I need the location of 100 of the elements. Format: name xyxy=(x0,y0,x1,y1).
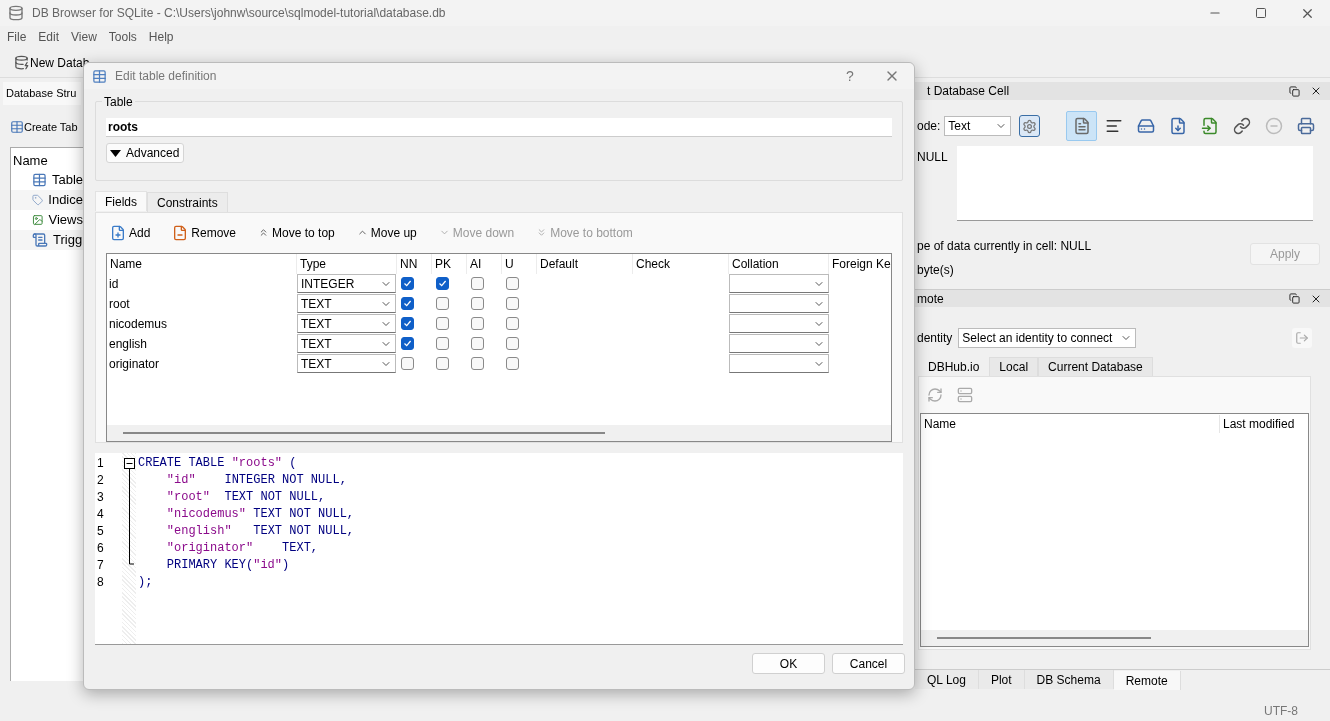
type-dropdown[interactable]: TEXT xyxy=(297,294,396,314)
code-line: PRIMARY KEY("id") xyxy=(165,558,290,572)
dock-title: mote xyxy=(917,290,944,308)
cell-type-text: pe of data currently in cell: NULL xyxy=(917,238,1092,255)
mode-dropdown[interactable]: Text xyxy=(944,116,1011,136)
type-dropdown[interactable]: TEXT xyxy=(297,354,396,374)
action-button[interactable]: Move up xyxy=(356,223,417,242)
dialog-button[interactable]: Cancel xyxy=(832,653,905,674)
column-header: Name xyxy=(12,152,49,170)
checkbox[interactable] xyxy=(436,337,449,351)
printer-icon xyxy=(1296,117,1315,135)
table-name-field[interactable]: roots xyxy=(106,118,892,137)
panel-tab[interactable]: Database Stru xyxy=(3,82,81,105)
tab[interactable]: DB Schema xyxy=(1024,670,1114,689)
tree-item[interactable]: Indice xyxy=(11,190,83,210)
cell-editor[interactable] xyxy=(957,146,1313,221)
checkbox[interactable] xyxy=(471,317,484,331)
tree-item[interactable]: Trigg xyxy=(11,230,83,250)
tab[interactable]: Current Database xyxy=(1038,357,1153,376)
collation-dropdown[interactable] xyxy=(729,294,829,314)
float-icon[interactable] xyxy=(1289,293,1300,304)
checkbox[interactable] xyxy=(436,317,449,331)
checkbox[interactable] xyxy=(401,277,414,291)
tab[interactable]: Plot xyxy=(978,670,1025,689)
action-button[interactable]: Add xyxy=(110,223,151,242)
checkbox[interactable] xyxy=(401,297,414,311)
code-line: CREATE TABLE "roots" ( xyxy=(138,456,297,470)
collation-dropdown[interactable] xyxy=(729,354,829,374)
checkbox[interactable] xyxy=(471,277,484,291)
identity-label: dentity xyxy=(917,330,953,347)
tab[interactable]: Fields xyxy=(95,191,147,211)
checkbox[interactable] xyxy=(506,337,519,351)
menu-item[interactable]: View xyxy=(65,28,103,46)
checkbox[interactable] xyxy=(436,297,449,311)
dialog-title: Edit table definition xyxy=(115,68,217,85)
lines-icon xyxy=(1104,117,1123,135)
create-table-button[interactable]: Create Tab xyxy=(10,118,82,135)
auto-switch-button[interactable] xyxy=(1018,115,1040,137)
file-add-icon xyxy=(110,224,126,241)
line-number: 4 xyxy=(97,506,105,523)
column-header: NN xyxy=(397,253,432,274)
checkbox[interactable] xyxy=(506,317,519,331)
table-cell-text: nicodemus xyxy=(108,315,169,333)
null-label: NULL xyxy=(917,149,949,166)
column-header: AI xyxy=(467,253,502,274)
scrollbar[interactable] xyxy=(937,637,1151,639)
table-icon xyxy=(92,68,107,84)
checkbox[interactable] xyxy=(506,297,519,311)
collation-dropdown[interactable] xyxy=(729,334,829,354)
type-dropdown[interactable]: TEXT xyxy=(297,314,396,334)
column-header: Last modified xyxy=(1222,416,1295,433)
document-icon xyxy=(1072,117,1091,135)
checkbox[interactable] xyxy=(506,277,519,291)
advanced-button[interactable]: Advanced xyxy=(106,143,184,163)
checkbox[interactable] xyxy=(471,337,484,351)
action-button[interactable]: Remove xyxy=(172,223,237,242)
type-dropdown[interactable]: INTEGER xyxy=(297,274,396,294)
checkbox[interactable] xyxy=(436,357,449,371)
dialog-button[interactable]: OK xyxy=(752,653,825,674)
checkbox[interactable] xyxy=(401,337,414,351)
column-header: Foreign Ke xyxy=(829,253,891,274)
collation-dropdown[interactable] xyxy=(729,274,829,294)
checkbox[interactable] xyxy=(471,357,484,371)
tab[interactable]: Local xyxy=(989,357,1039,376)
type-dropdown[interactable]: TEXT xyxy=(297,334,396,354)
help-button[interactable]: ? xyxy=(840,66,860,86)
table-cell-text: originator xyxy=(108,355,161,373)
code-line: ); xyxy=(138,575,153,589)
action-button[interactable]: Move to top xyxy=(258,223,335,242)
menu-item[interactable]: File xyxy=(1,28,33,46)
tab[interactable]: QL Log xyxy=(915,670,979,689)
menu-item[interactable]: Tools xyxy=(102,28,143,46)
collation-dropdown[interactable] xyxy=(729,314,829,334)
line-number: 3 xyxy=(97,489,105,506)
checkbox[interactable] xyxy=(436,277,449,291)
checkbox[interactable] xyxy=(401,357,414,371)
scrollbar[interactable] xyxy=(123,432,605,434)
tree-item[interactable]: Table xyxy=(11,170,83,190)
column-header: Type xyxy=(297,253,397,274)
menu-item[interactable]: Edit xyxy=(32,28,66,46)
code-line: "originator" TEXT, xyxy=(165,541,319,555)
tab[interactable]: Remote xyxy=(1113,671,1181,690)
fold-marker-icon[interactable] xyxy=(124,458,135,565)
identity-dropdown[interactable]: Select an identity to connect xyxy=(958,328,1137,348)
tab[interactable]: Constraints xyxy=(147,192,228,212)
check-icon xyxy=(438,279,447,289)
picture-frame-icon xyxy=(32,212,44,228)
refresh-icon[interactable] xyxy=(927,387,943,403)
checkbox[interactable] xyxy=(471,297,484,311)
column-header: Default xyxy=(537,253,633,274)
column-header: Collation xyxy=(729,253,829,274)
menu-item[interactable]: Help xyxy=(142,28,180,46)
table-cell-text: english xyxy=(108,335,149,353)
tree-item[interactable]: Views xyxy=(11,210,83,230)
checkbox[interactable] xyxy=(401,317,414,331)
line-number: 2 xyxy=(97,472,105,489)
float-icon[interactable] xyxy=(1289,85,1300,97)
checkbox[interactable] xyxy=(506,357,519,371)
close-icon[interactable] xyxy=(1310,85,1322,97)
table-cell-text: root xyxy=(108,295,131,313)
